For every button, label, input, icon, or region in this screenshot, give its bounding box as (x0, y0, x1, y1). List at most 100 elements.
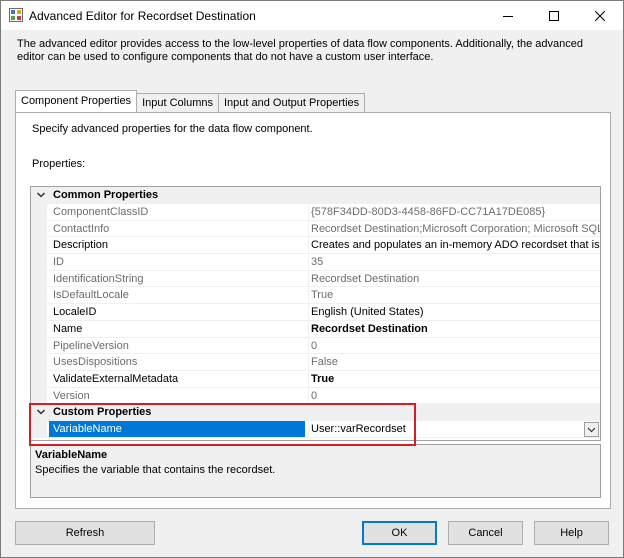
column-divider (308, 370, 309, 388)
ok-button[interactable]: OK (362, 521, 437, 545)
property-name: IsDefaultLocale (53, 289, 129, 302)
property-value: Recordset Destination;Microsoft Corporat… (311, 222, 601, 235)
title-bar[interactable]: Advanced Editor for Recordset Destinatio… (1, 1, 623, 30)
close-icon (595, 10, 605, 21)
category-label: Custom Properties (53, 406, 152, 419)
column-divider (308, 220, 309, 238)
property-value[interactable]: English (United States) (311, 304, 600, 320)
property-value: True (311, 289, 334, 302)
row-gutter (31, 354, 47, 371)
property-name: Version (53, 389, 90, 402)
property-name: ContactInfo (53, 222, 110, 235)
property-row[interactable]: ID 35 (31, 254, 600, 271)
property-row[interactable]: Version 0 (31, 387, 600, 405)
property-name: ValidateExternalMetadata (53, 372, 179, 385)
row-gutter (31, 287, 47, 305)
tab-strip: Component Properties Input Columns Input… (15, 90, 366, 112)
property-name: PipelineVersion (53, 339, 129, 352)
column-divider (308, 304, 309, 321)
tab-input-output-properties[interactable]: Input and Output Properties (218, 93, 366, 112)
property-row[interactable]: ValidateExternalMetadata True (31, 370, 600, 388)
column-divider (308, 254, 309, 271)
column-divider (308, 354, 309, 371)
help-title: VariableName (35, 449, 108, 461)
app-icon (9, 8, 23, 22)
tab-component-properties[interactable]: Component Properties (15, 90, 138, 112)
property-grid: Common Properties ComponentClassID {578F… (30, 186, 601, 441)
cancel-button[interactable]: Cancel (448, 521, 523, 545)
row-gutter (31, 370, 47, 388)
collapse-chevron-icon[interactable] (36, 190, 46, 200)
property-row[interactable]: LocaleID English (United States) (31, 304, 600, 321)
property-value[interactable]: Creates and populates an in-memory ADO r… (311, 237, 600, 253)
row-gutter (31, 220, 47, 238)
property-row[interactable]: UsesDispositions False (31, 354, 600, 371)
properties-label: Properties: (32, 158, 86, 170)
variable-dropdown-button[interactable] (584, 422, 599, 438)
tab-panel: Specify advanced properties for the data… (15, 112, 611, 509)
property-row[interactable]: ComponentClassID {578F34DD-80D3-4458-86F… (31, 204, 600, 221)
row-gutter (31, 204, 47, 221)
row-gutter (31, 337, 47, 355)
property-name: LocaleID (53, 306, 97, 319)
row-gutter (31, 270, 47, 288)
refresh-button[interactable]: Refresh (15, 521, 155, 545)
property-value: 0 (311, 389, 318, 402)
property-value: False (311, 356, 338, 369)
row-gutter (31, 387, 47, 405)
minimize-button[interactable] (485, 1, 531, 30)
property-name: UsesDispositions (53, 356, 138, 369)
row-gutter (31, 320, 47, 338)
property-row[interactable]: PipelineVersion 0 (31, 337, 600, 355)
property-row-variablename[interactable]: VariableName User::varRecordset (31, 421, 600, 439)
row-gutter (31, 254, 47, 271)
column-divider (308, 237, 309, 255)
column-divider (308, 204, 309, 221)
variable-name-value[interactable]: User::varRecordset (311, 421, 600, 437)
property-value: 0 (311, 339, 318, 352)
column-divider (308, 421, 309, 438)
property-name: ComponentClassID (53, 206, 149, 218)
category-common-properties[interactable]: Common Properties (31, 187, 600, 204)
property-help-pane: VariableName Specifies the variable that… (30, 444, 601, 498)
property-value[interactable]: Recordset Destination (311, 321, 600, 337)
help-button[interactable]: Help (534, 521, 609, 545)
property-name: Description (53, 239, 109, 252)
minimize-icon (503, 15, 513, 17)
chevron-down-icon (587, 427, 596, 433)
row-gutter (31, 237, 47, 255)
property-name: ID (53, 256, 64, 269)
property-row[interactable]: IdentificationString Recordset Destinati… (31, 270, 600, 288)
property-value[interactable]: True (311, 371, 600, 387)
property-row[interactable]: ContactInfo Recordset Destination;Micros… (31, 220, 601, 238)
row-gutter (31, 304, 47, 321)
intro-text: The advanced editor provides access to t… (17, 38, 584, 63)
maximize-icon (549, 10, 559, 21)
close-button[interactable] (577, 1, 623, 30)
category-label: Common Properties (53, 189, 159, 201)
advanced-editor-window: Advanced Editor for Recordset Destinatio… (0, 0, 624, 558)
property-name: Name (53, 322, 83, 335)
property-row[interactable]: Name Recordset Destination (31, 320, 600, 338)
dialog-body: The advanced editor provides access to t… (1, 30, 623, 557)
panel-description: Specify advanced properties for the data… (32, 123, 313, 135)
tab-input-columns[interactable]: Input Columns (136, 93, 219, 112)
property-name: VariableName (49, 421, 305, 439)
property-value: 35 (311, 256, 324, 269)
row-gutter (31, 421, 47, 438)
column-divider (308, 270, 309, 288)
column-divider (308, 287, 309, 305)
category-custom-properties[interactable]: Custom Properties (31, 404, 600, 422)
column-divider (308, 337, 309, 355)
column-divider (308, 320, 309, 338)
help-text: Specifies the variable that contains the… (35, 464, 276, 476)
window-title: Advanced Editor for Recordset Destinatio… (29, 9, 256, 23)
collapse-chevron-icon[interactable] (36, 407, 46, 417)
property-value: {578F34DD-80D3-4458-86FD-CC71A17DE085} (311, 206, 546, 218)
maximize-button[interactable] (531, 1, 577, 30)
column-divider (308, 387, 309, 405)
property-row[interactable]: IsDefaultLocale True (31, 287, 600, 305)
property-name: IdentificationString (53, 272, 144, 285)
property-value: Recordset Destination (311, 272, 420, 285)
property-row[interactable]: Description Creates and populates an in-… (31, 237, 600, 255)
